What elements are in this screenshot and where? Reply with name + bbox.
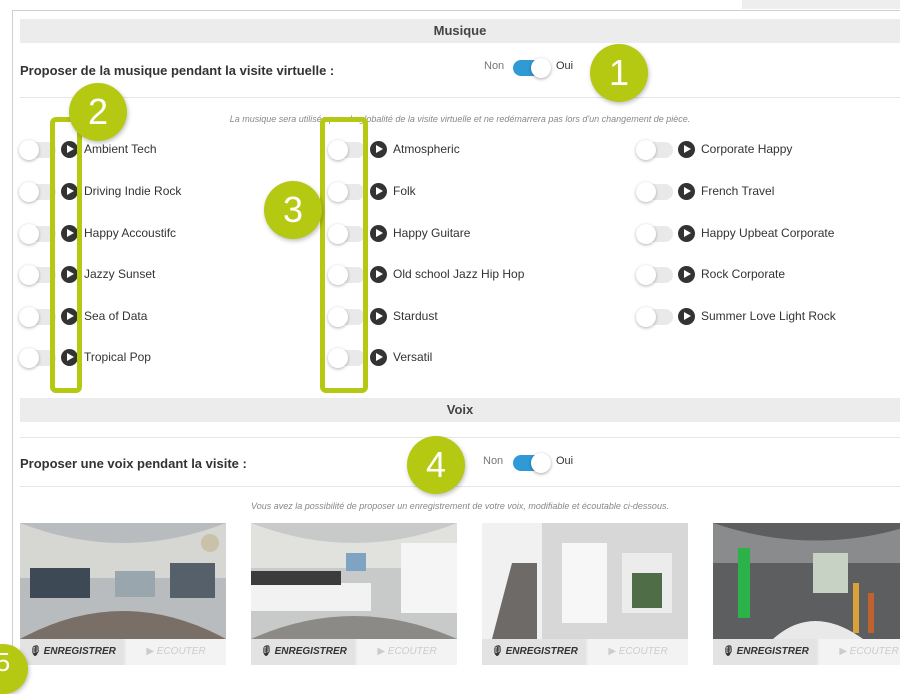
play-icon[interactable] (370, 308, 387, 325)
callout-1: 1 (590, 44, 648, 102)
voice-toggle-non: Non (483, 455, 504, 467)
play-icon[interactable] (370, 266, 387, 283)
voice-note: Vous avez la possibilité de proposer un … (251, 501, 669, 511)
track-label: Happy Accoustifc (84, 226, 177, 240)
voice-section-title: Voix (20, 398, 900, 422)
callout-4: 4 (407, 436, 465, 494)
top-tab-strip (742, 0, 900, 9)
track-label: Stardust (393, 309, 438, 323)
play-icon[interactable] (678, 266, 695, 283)
track-toggle[interactable] (636, 265, 673, 285)
track-label: Old school Jazz Hip Hop (393, 267, 525, 281)
room-thumbnail-3 (482, 523, 688, 639)
play-icon[interactable] (678, 183, 695, 200)
track-label: Atmospheric (393, 142, 460, 156)
track-label: Versatil (393, 350, 433, 364)
play-icon[interactable] (678, 308, 695, 325)
voice-toggle[interactable] (513, 453, 551, 473)
record-button[interactable]: 🎙︎ ENREGISTRER (713, 639, 817, 665)
room-thumbnail-4 (713, 523, 900, 639)
room-thumbnail-2 (251, 523, 457, 639)
track-toggle[interactable] (636, 182, 673, 202)
track-toggle[interactable] (636, 307, 673, 327)
track-label: French Travel (701, 184, 775, 198)
listen-button[interactable]: ▶ ECOUTER (126, 639, 226, 665)
room-thumbnail-1 (20, 523, 226, 639)
record-button[interactable]: 🎙︎ ENREGISTRER (20, 639, 124, 665)
voice-question: Proposer une voix pendant la visite : (20, 456, 247, 471)
track-label: Rock Corporate (701, 267, 786, 281)
callout-2: 2 (69, 83, 127, 141)
track-label: Summer Love Light Rock (701, 309, 836, 323)
track-label: Corporate Happy (701, 142, 793, 156)
play-icon[interactable] (370, 183, 387, 200)
music-toggle-oui: Oui (556, 60, 574, 72)
music-section-title: Musique (20, 19, 900, 43)
track-label: Jazzy Sunset (84, 267, 156, 281)
track-label: Ambient Tech (84, 142, 157, 156)
voice-controls-1: 🎙︎ ENREGISTRER ▶ ECOUTER (20, 639, 226, 665)
track-toggle[interactable] (636, 140, 673, 160)
track-label: Driving Indie Rock (84, 184, 182, 198)
divider (20, 437, 900, 438)
track-label: Sea of Data (84, 309, 148, 323)
music-question: Proposer de la musique pendant la visite… (20, 63, 335, 78)
track-label: Happy Guitare (393, 226, 471, 240)
listen-button[interactable]: ▶ ECOUTER (819, 639, 900, 665)
record-button[interactable]: 🎙︎ ENREGISTRER (482, 639, 586, 665)
play-icon[interactable] (370, 225, 387, 242)
divider (20, 486, 900, 487)
record-button[interactable]: 🎙︎ ENREGISTRER (251, 639, 355, 665)
music-note: La musique sera utilisée pour la globali… (229, 114, 691, 124)
callout-box-toggle-column (320, 117, 368, 393)
track-label: Folk (393, 184, 416, 198)
music-toggle[interactable] (513, 58, 551, 78)
track-label: Tropical Pop (84, 350, 151, 364)
track-toggle[interactable] (636, 224, 673, 244)
listen-button[interactable]: ▶ ECOUTER (357, 639, 457, 665)
music-toggle-non: Non (484, 60, 505, 72)
divider (20, 97, 900, 98)
callout-3: 3 (264, 181, 322, 239)
voice-controls-4: 🎙︎ ENREGISTRER ▶ ECOUTER (713, 639, 900, 665)
voice-toggle-oui: Oui (556, 455, 574, 467)
listen-button[interactable]: ▶ ECOUTER (588, 639, 688, 665)
play-icon[interactable] (370, 141, 387, 158)
play-icon[interactable] (678, 225, 695, 242)
play-icon[interactable] (678, 141, 695, 158)
track-label: Happy Upbeat Corporate (701, 226, 835, 240)
voice-controls-2: 🎙︎ ENREGISTRER ▶ ECOUTER (251, 639, 457, 665)
callout-box-play-column (50, 117, 82, 393)
voice-controls-3: 🎙︎ ENREGISTRER ▶ ECOUTER (482, 639, 688, 665)
play-icon[interactable] (370, 349, 387, 366)
